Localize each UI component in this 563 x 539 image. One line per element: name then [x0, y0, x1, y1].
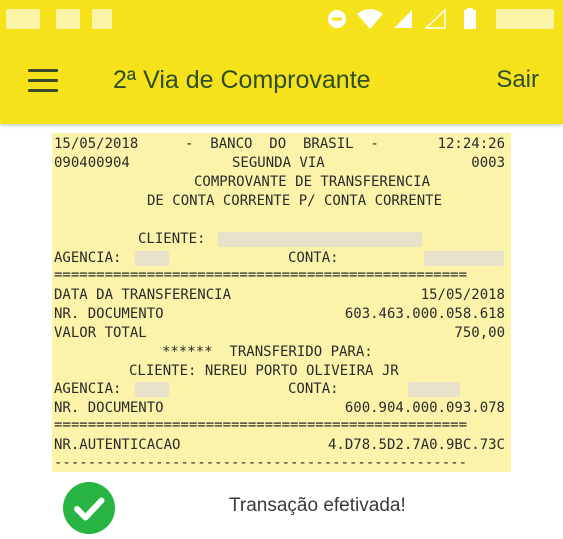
recipient-agency-redacted	[135, 382, 169, 397]
page-title: 2ª Via de Comprovante	[113, 66, 371, 94]
receipt-title-line2: DE CONTA CORRENTE P/ CONTA CORRENTE	[147, 193, 443, 209]
client-name-redacted	[218, 232, 422, 247]
recipient-account-label: CONTA:	[288, 381, 339, 397]
recipient-agency-label: AGENCIA:	[54, 381, 122, 397]
receipt-header-time: 12:24:26	[437, 136, 505, 152]
signal-empty-icon	[424, 8, 446, 29]
app-bar: 2ª Via de Comprovante Sair	[0, 37, 563, 124]
receipt-header-code: 090400904	[54, 155, 130, 171]
transfer-date-label: DATA DA TRANSFERENCIA	[54, 287, 232, 303]
recipient-line: CLIENTE: NEREU PORTO OLIVEIRA JR	[129, 363, 399, 379]
client-label: CLIENTE:	[138, 231, 206, 247]
check-circle-icon	[63, 482, 115, 534]
receipt-header-bank: - BANCO DO BRASIL -	[185, 136, 379, 152]
status-bar	[0, 0, 563, 37]
notification-icons-blurred	[6, 9, 40, 29]
dnd-icon	[328, 10, 346, 28]
receipt-header-seq: 0003	[471, 155, 505, 171]
status-message: Transação efetivada!	[229, 495, 406, 516]
doc-number-value: 603.463.000.058.618	[344, 306, 505, 322]
separator-single: ----------------------------------------…	[54, 455, 468, 471]
receipt-header-copy: SEGUNDA VIA	[232, 155, 325, 171]
separator-double: ========================================…	[54, 267, 468, 283]
logout-button[interactable]: Sair	[496, 66, 539, 94]
transfer-date-value: 15/05/2018	[420, 287, 505, 303]
signal-icon	[394, 10, 412, 28]
receipt-title-line1: COMPROVANTE DE TRANSFERENCIA	[194, 174, 431, 190]
receipt-header-date: 15/05/2018	[54, 136, 139, 152]
transferred-to-label: ****** TRANSFERIDO PARA:	[162, 344, 373, 360]
account-value-redacted	[424, 251, 504, 266]
wifi-icon	[357, 9, 383, 29]
agency-value-redacted	[135, 251, 169, 266]
auth-value: 4.D78.5D2.7A0.9BC.73C	[327, 437, 505, 453]
total-value-label: VALOR TOTAL	[54, 325, 147, 341]
clock-blurred	[496, 9, 554, 29]
separator-double: ========================================…	[54, 417, 468, 433]
notification-icon-blurred	[56, 9, 80, 29]
battery-icon	[464, 8, 476, 29]
total-value: 750,00	[454, 325, 505, 341]
menu-icon[interactable]	[28, 69, 60, 93]
recipient-account-redacted	[408, 382, 460, 397]
auth-label: NR.AUTENTICACAO	[54, 437, 181, 453]
notification-icon-blurred	[92, 9, 112, 29]
doc-number-label: NR. DOCUMENTO	[54, 306, 164, 322]
